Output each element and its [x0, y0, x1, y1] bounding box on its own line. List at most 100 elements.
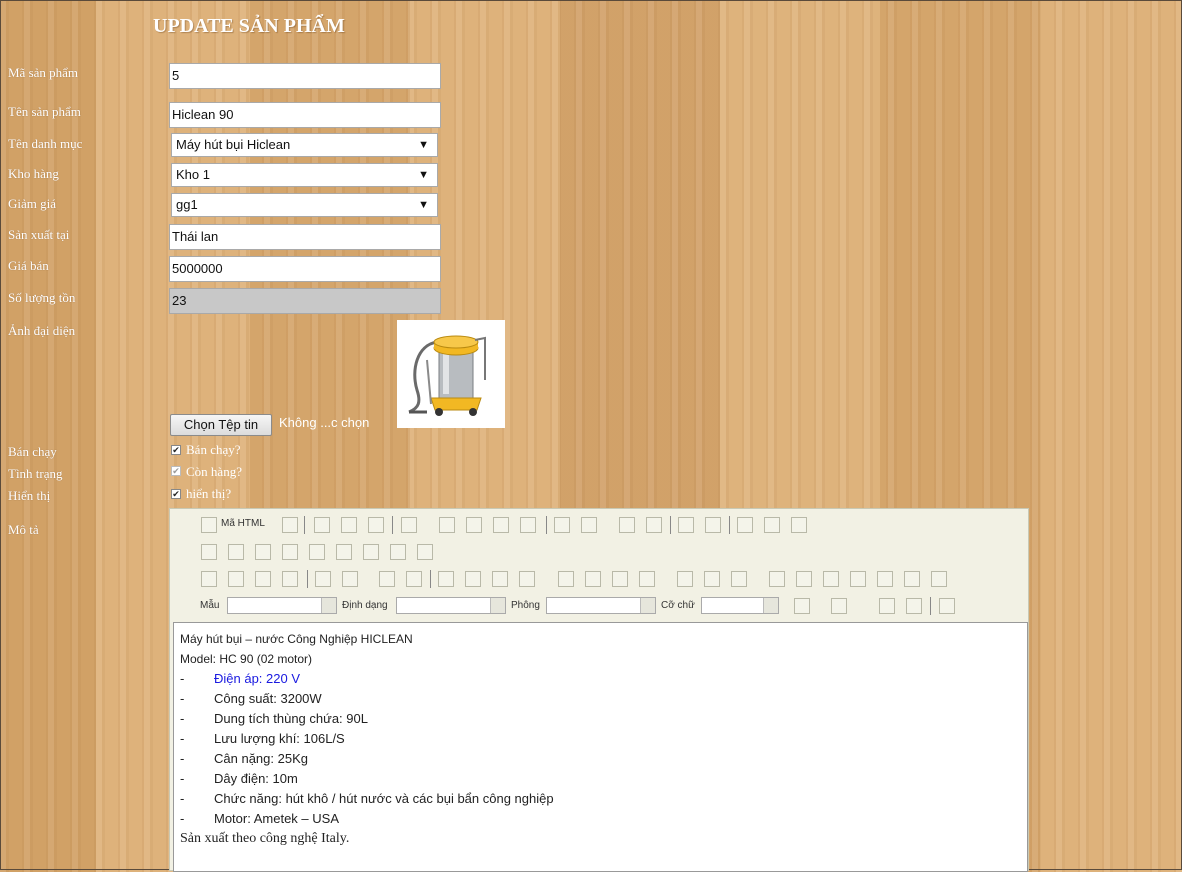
- toolbar-button[interactable]: [341, 517, 357, 533]
- content-bullet: - Công suất: 3200W: [180, 691, 322, 706]
- toolbar-button[interactable]: [390, 544, 406, 560]
- toolbar-button[interactable]: [282, 517, 298, 533]
- toolbar-button[interactable]: [769, 571, 785, 587]
- toolbar-button[interactable]: [520, 517, 536, 533]
- dropdown-arrow-icon: [321, 598, 336, 613]
- toolbar-button[interactable]: [493, 517, 509, 533]
- toolbar-button[interactable]: [704, 571, 720, 587]
- toolbar-button[interactable]: [646, 517, 662, 533]
- toolbar-button[interactable]: [585, 571, 601, 587]
- dropdown-arrow-icon: [640, 598, 655, 613]
- in-stock-checkbox[interactable]: ✔: [171, 466, 181, 476]
- toolbar-button[interactable]: [282, 544, 298, 560]
- toolbar-button[interactable]: [406, 571, 422, 587]
- toolbar-button[interactable]: [581, 517, 597, 533]
- toolbar-button[interactable]: [554, 517, 570, 533]
- format-combo[interactable]: [396, 597, 506, 614]
- toolbar-button[interactable]: [731, 571, 747, 587]
- toolbar-button[interactable]: [309, 544, 325, 560]
- label-tinh-trang: Tình trạng: [8, 466, 63, 481]
- toolbar-button[interactable]: [379, 571, 395, 587]
- toolbar-button[interactable]: [939, 598, 955, 614]
- toolbar-button[interactable]: [228, 571, 244, 587]
- toolbar-button[interactable]: [764, 517, 780, 533]
- toolbar-button[interactable]: [906, 598, 922, 614]
- toolbar-button[interactable]: [228, 544, 244, 560]
- toolbar-button[interactable]: [315, 571, 331, 587]
- label-ten-danh-muc: Tên danh mục: [8, 136, 83, 151]
- warehouse-select[interactable]: Kho 1 ▼: [171, 163, 438, 187]
- toolbar-button[interactable]: [401, 517, 417, 533]
- size-combo-label: Cỡ chữ: [661, 600, 695, 611]
- description-editor[interactable]: Mã HTML Mẫu Định dạng Phông Cỡ chữ Máy h…: [169, 508, 1029, 872]
- toolbar-button[interactable]: [612, 571, 628, 587]
- in-stock-label: Còn hàng?: [186, 464, 242, 479]
- toolbar-button[interactable]: [368, 517, 384, 533]
- background-color-button[interactable]: [831, 598, 847, 614]
- editor-content-area[interactable]: Máy hút bụi – nước Công Nghiệp HICLEAN M…: [173, 622, 1028, 872]
- toolbar-button[interactable]: [282, 571, 298, 587]
- discount-select-value: gg1: [176, 197, 198, 212]
- toolbar-button[interactable]: [201, 544, 217, 560]
- toolbar-button[interactable]: [255, 571, 271, 587]
- toolbar-button[interactable]: [492, 571, 508, 587]
- toolbar-button[interactable]: [796, 571, 812, 587]
- toolbar-button[interactable]: [879, 598, 895, 614]
- best-seller-checkbox[interactable]: ✔: [171, 445, 181, 455]
- toolbar-button[interactable]: [336, 544, 352, 560]
- visible-checkbox[interactable]: ✔: [171, 489, 181, 499]
- toolbar-separator: [670, 516, 671, 534]
- toolbar-button[interactable]: [519, 571, 535, 587]
- made-in-field[interactable]: Thái lan: [169, 224, 441, 250]
- content-bullet: - Motor: Ametek – USA: [180, 811, 339, 826]
- font-combo[interactable]: [546, 597, 656, 614]
- product-id-field[interactable]: 5: [169, 63, 441, 89]
- toolbar-button[interactable]: [737, 517, 753, 533]
- size-combo[interactable]: [701, 597, 779, 614]
- style-combo[interactable]: [227, 597, 337, 614]
- toolbar-button[interactable]: [639, 571, 655, 587]
- product-name-field[interactable]: Hiclean 90: [169, 102, 441, 128]
- toolbar-button[interactable]: [904, 571, 920, 587]
- toolbar-button[interactable]: [342, 571, 358, 587]
- content-bullet: - Cân nặng: 25Kg: [180, 751, 308, 766]
- label-giam-gia: Giảm giá: [8, 196, 57, 211]
- toolbar-button[interactable]: [791, 517, 807, 533]
- dropdown-arrow-icon: ▼: [418, 139, 429, 151]
- category-select[interactable]: Máy hút bụi Hiclean ▼: [171, 133, 438, 157]
- toolbar-button[interactable]: [877, 571, 893, 587]
- page-title: UPDATE SẢN PHẨM: [153, 15, 345, 37]
- dropdown-arrow-icon: ▼: [418, 199, 429, 211]
- toolbar-button[interactable]: [705, 517, 721, 533]
- toolbar-button[interactable]: [438, 571, 454, 587]
- toolbar-separator: [546, 516, 547, 534]
- label-hien-thi: Hiển thị: [8, 488, 51, 503]
- price-field[interactable]: 5000000: [169, 256, 441, 282]
- warehouse-select-value: Kho 1: [176, 167, 210, 182]
- toolbar-button[interactable]: [314, 517, 330, 533]
- toolbar-button[interactable]: [677, 571, 693, 587]
- visible-label: hiển thị?: [186, 486, 232, 501]
- toolbar-button[interactable]: [466, 517, 482, 533]
- toolbar-button[interactable]: [363, 544, 379, 560]
- toolbar-button[interactable]: [255, 544, 271, 560]
- toolbar-button[interactable]: [439, 517, 455, 533]
- file-status-text: Không ...c chọn: [279, 415, 370, 430]
- toolbar-button[interactable]: [417, 544, 433, 560]
- source-button-label[interactable]: Mã HTML: [221, 518, 265, 529]
- text-color-button[interactable]: [794, 598, 810, 614]
- label-san-xuat-tai: Sản xuất tại: [8, 227, 70, 242]
- toolbar-button[interactable]: [823, 571, 839, 587]
- toolbar-button[interactable]: [931, 571, 947, 587]
- choose-file-button[interactable]: Chọn Tệp tin: [170, 414, 272, 436]
- discount-select[interactable]: gg1 ▼: [171, 193, 438, 217]
- toolbar-button[interactable]: [678, 517, 694, 533]
- toolbar-button[interactable]: [465, 571, 481, 587]
- source-icon[interactable]: [201, 517, 217, 533]
- toolbar-button[interactable]: [850, 571, 866, 587]
- toolbar-button[interactable]: [619, 517, 635, 533]
- toolbar-button[interactable]: [558, 571, 574, 587]
- label-ten-san-pham: Tên sản phẩm: [8, 104, 81, 119]
- label-kho-hang: Kho hàng: [8, 166, 59, 181]
- toolbar-button[interactable]: [201, 571, 217, 587]
